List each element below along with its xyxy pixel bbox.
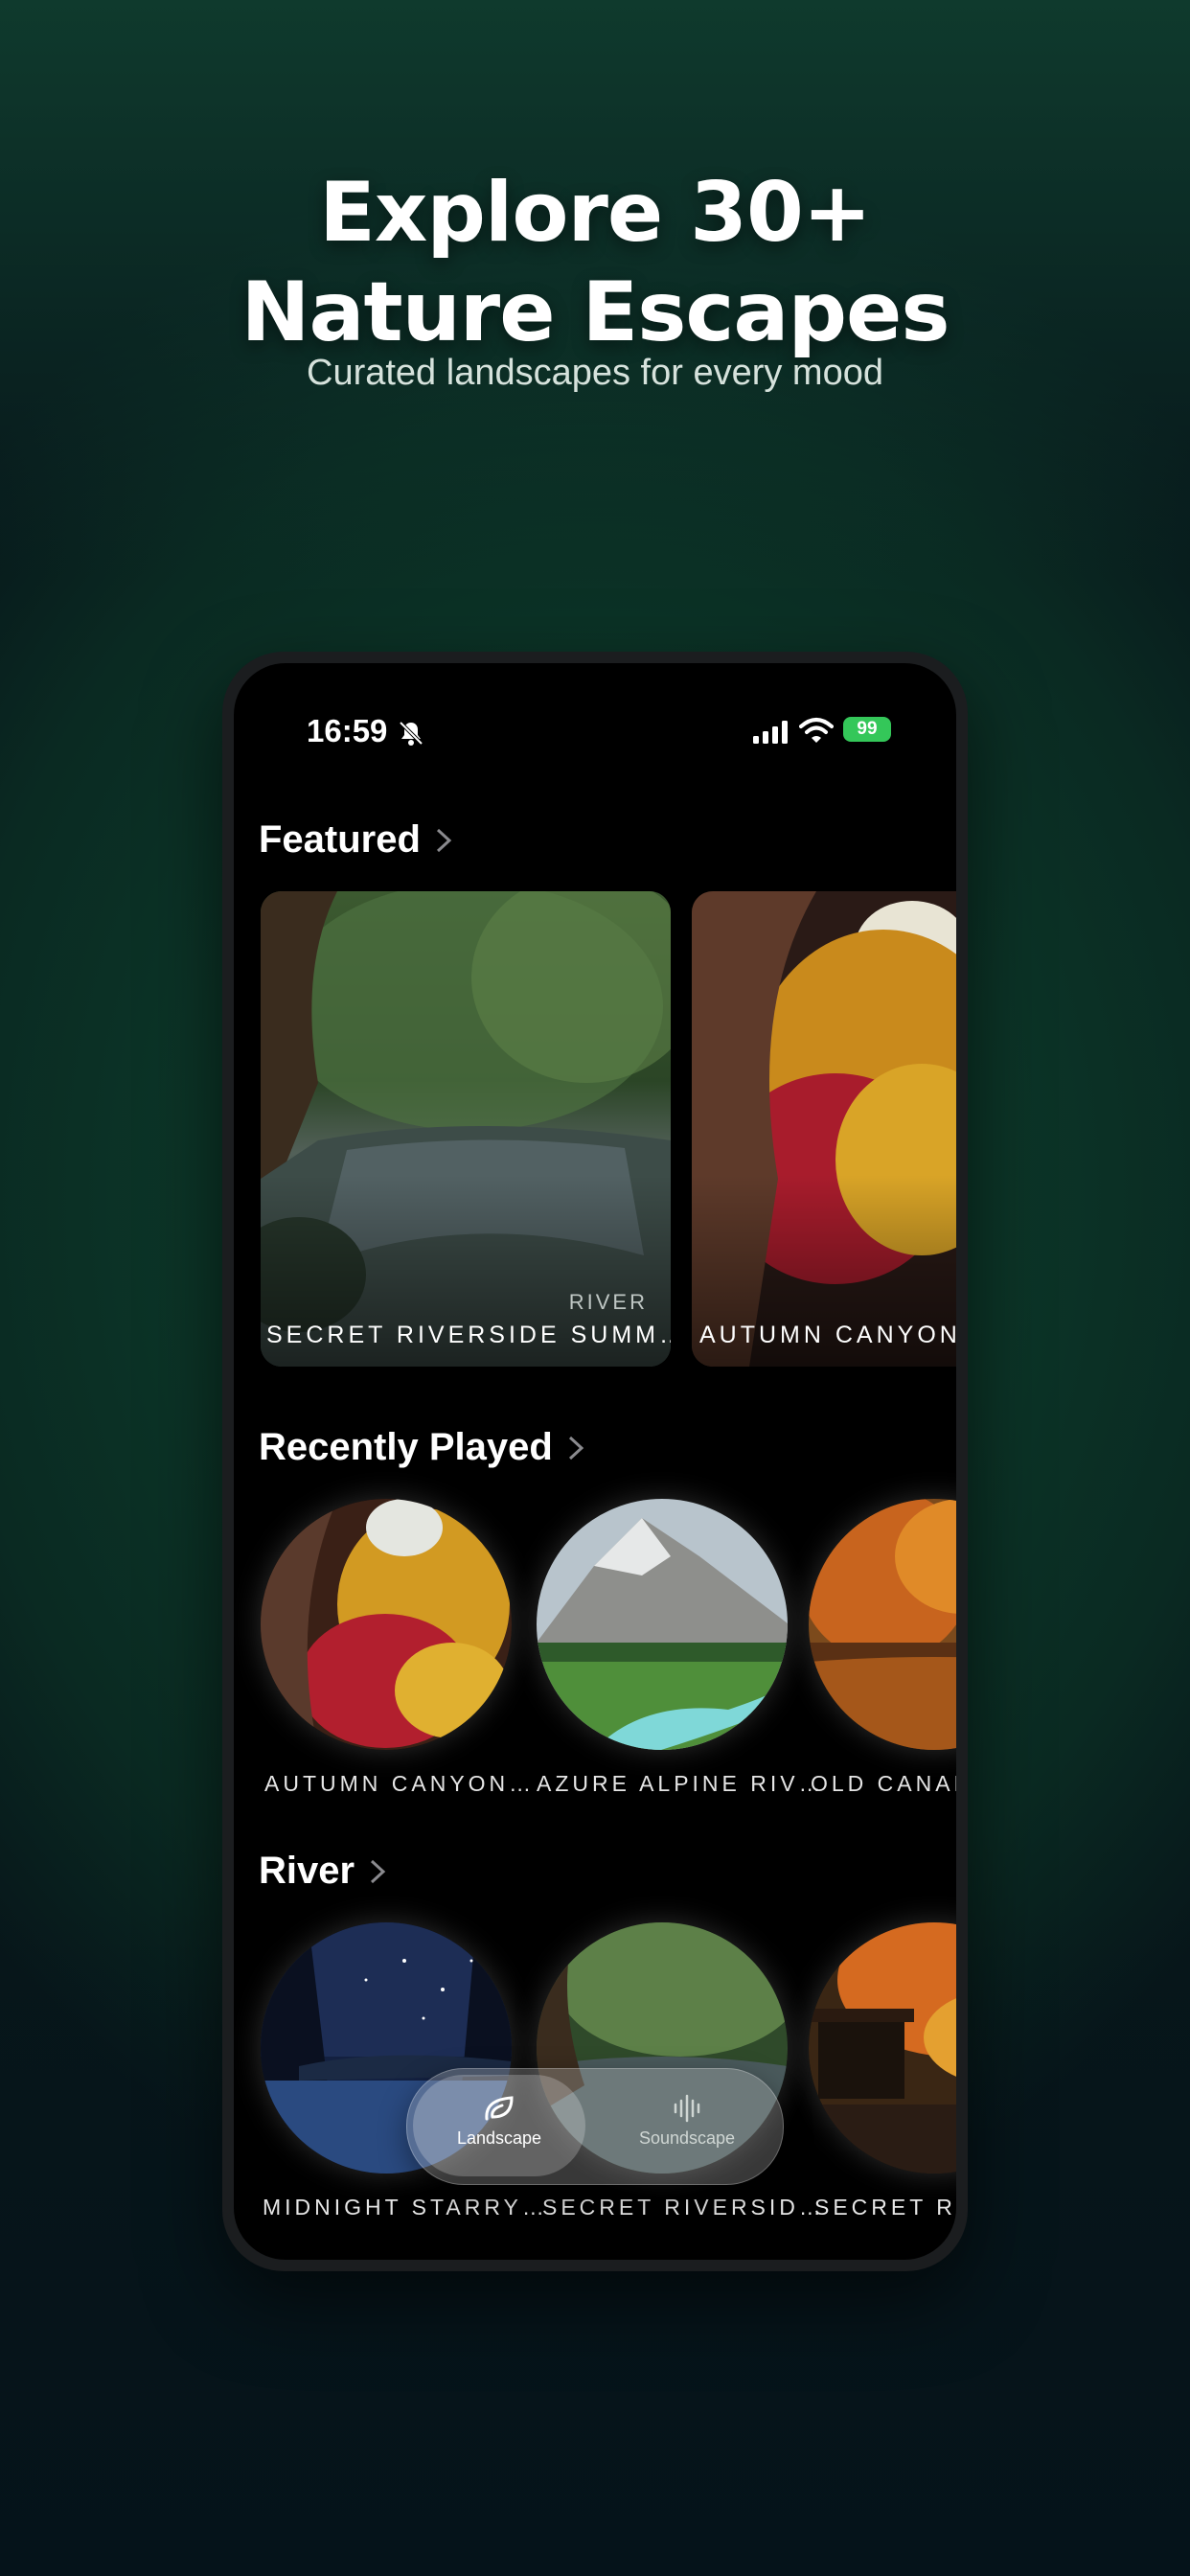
recently-played-header[interactable]: Recently Played [259,1426,585,1469]
featured-card-autumn-canyon[interactable]: AUTUMN CANYON [692,891,956,1367]
phone-frame: 16:59 99 Featured RIVER SECRET RIVERSIDE… [222,652,968,2271]
card-title: AUTUMN CANYON [699,1322,956,1348]
chevron-right-icon [371,1859,386,1883]
river-item-label: MIDNIGHT STARRY… [263,2195,548,2220]
chevron-right-icon [436,828,452,852]
autumn-canyon-thumbnail [261,1499,512,1750]
riverside-cabin-thumbnail [809,1922,956,2174]
featured-header[interactable]: Featured [259,818,453,862]
tab-landscape[interactable]: Landscape [413,2075,585,2176]
recent-item-old-canal[interactable] [809,1499,956,1750]
waveform-icon [674,2094,700,2123]
river-item-secret-riverside-cabin[interactable] [809,1922,956,2174]
battery-level: 99 [857,719,878,739]
status-time: 16:59 [307,713,388,748]
featured-title: Featured [259,818,421,861]
recent-item-label: AZURE ALPINE RIV… [537,1771,825,1796]
river-title: River [259,1850,355,1892]
recent-item-azure-alpine[interactable] [537,1499,788,1750]
battery-indicator: 99 [843,717,891,742]
river-item-label: SECRET RIVERSID… [542,2195,825,2220]
chevron-right-icon [568,1436,584,1460]
wifi-icon [799,718,834,743]
cellular-signal-icon [753,721,788,744]
river-header[interactable]: River [259,1850,387,1893]
featured-card-secret-riverside[interactable]: RIVER SECRET RIVERSIDE SUMM… [261,891,671,1367]
leaf-icon [485,2096,514,2121]
card-category: RIVER [568,1290,648,1314]
headline-line-1: Explore 30+ [319,165,872,261]
bell-slash-icon [399,721,423,746]
card-title: SECRET RIVERSIDE SUMM… [266,1322,671,1348]
phone-screen: 16:59 99 Featured RIVER SECRET RIVERSIDE… [234,663,956,2260]
river-item-label: SECRET RIV [814,2195,956,2220]
promo-headline: Explore 30+ Nature Escapes [0,163,1190,362]
bottom-tab-bar: Landscape Soundscape [406,2068,784,2185]
headline-line-2: Nature Escapes [240,264,950,360]
recent-item-label: AUTUMN CANYON… [264,1771,536,1796]
recently-played-title: Recently Played [259,1426,553,1468]
promo-subheadline: Curated landscapes for every mood [307,353,883,393]
tab-landscape-label: Landscape [456,2128,542,2148]
status-bar: 16:59 99 [234,713,956,761]
old-canal-thumbnail [809,1499,956,1750]
alpine-river-thumbnail [537,1499,788,1750]
tab-soundscape-label: Soundscape [638,2128,736,2148]
recent-item-label: OLD CANAL [811,1771,956,1796]
recent-item-autumn-canyon[interactable] [261,1499,512,1750]
tab-soundscape[interactable]: Soundscape [601,2075,773,2176]
